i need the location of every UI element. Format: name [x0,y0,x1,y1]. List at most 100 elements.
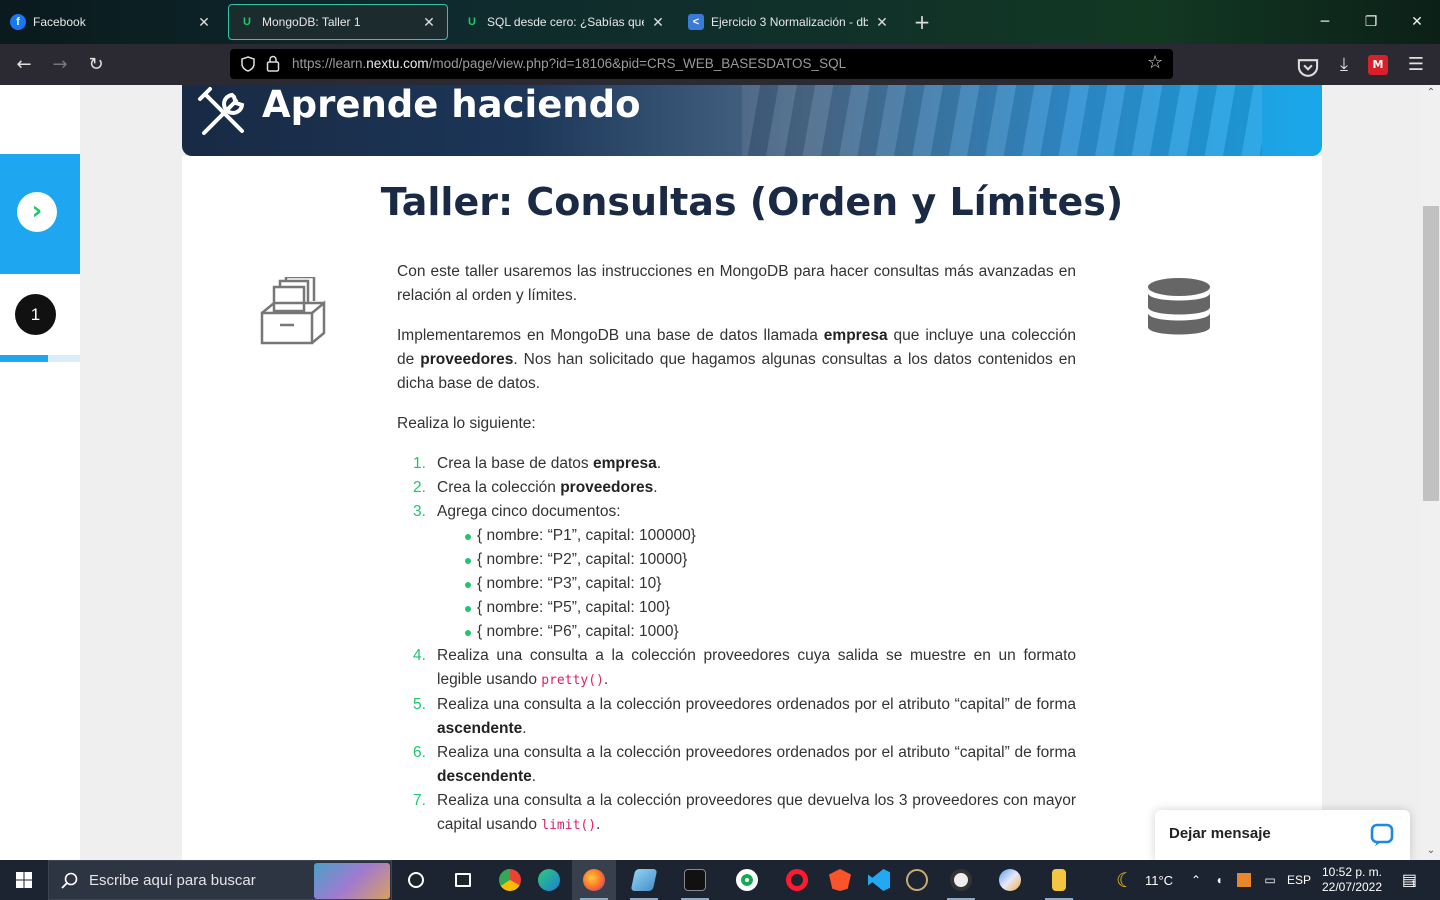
browser-tab-strip: f Facebook ✕ U MongoDB: Taller 1 ✕ U SQL… [0,0,1440,44]
new-tab-button[interactable]: + [910,10,934,34]
search-icon [61,872,78,889]
downloads-icon[interactable]: ⤓ [1331,52,1357,78]
nextu-icon: U [243,16,251,28]
clock-date: 22/07/2022 [1321,880,1383,894]
scroll-up-arrow[interactable]: ⌃ [1422,87,1440,98]
description-paragraph: Implementaremos en MongoDB una base de d… [397,327,1076,392]
tab-mongodb-taller[interactable]: U MongoDB: Taller 1 ✕ [228,4,448,40]
chat-label[interactable]: Dejar mensaje [1169,825,1271,842]
page-title: Taller: Consultas (Orden y Límites) [380,180,1124,224]
tab-facebook[interactable]: f Facebook ✕ [0,4,222,40]
step-indicator[interactable]: 1 [15,294,56,335]
nextu-icon: U [468,16,476,28]
lock-icon[interactable] [266,55,280,72]
task-item: 7. Realiza una consulta a la colección pr… [413,792,1076,833]
scroll-down-arrow[interactable]: ⌄ [1422,845,1440,856]
archive-box-icon [260,277,326,345]
tab-title: Facebook [33,15,86,29]
tab-title: MongoDB: Taller 1 [262,15,361,29]
document-item: { nombre: “P5”, capital: 100} [437,596,1076,620]
tray-chevron-icon[interactable]: ⌃ [1186,860,1206,900]
document-item: { nombre: “P6”, capital: 1000} [437,620,1076,644]
obs-icon[interactable] [939,860,983,900]
close-icon[interactable]: ✕ [196,14,212,31]
url-text[interactable]: https://learn.nextu.com/mod/page/view.ph… [292,56,846,71]
side-panel-toggle[interactable]: › [0,154,80,274]
search-highlight-icon[interactable] [314,863,390,899]
forward-button[interactable]: → [47,52,73,78]
notification-count: 1 [1411,879,1417,889]
opera-icon[interactable] [775,860,819,900]
close-icon[interactable]: ✕ [421,14,437,31]
share-icon: < [688,14,704,30]
task-item: 4. Realiza una consulta a la colección pr… [413,647,1076,688]
chrome-icon[interactable] [488,860,532,900]
firefox-icon[interactable] [572,860,616,900]
tab-ejercicio-normalizacion[interactable]: < Ejercicio 3 Normalización - dbdi ✕ [678,4,900,40]
task-item: 1. Crea la base de datos empresa. [413,455,662,472]
lesson-content: Taller: Consultas (Orden y Límites) Con … [182,156,1322,860]
language-indicator[interactable]: ESP [1285,860,1313,900]
article-body: Con este taller usaremos las instruccion… [397,260,1076,838]
paint-icon[interactable] [988,860,1032,900]
minimize-button[interactable]: ─ [1313,10,1337,34]
windows-start-icon[interactable] [0,860,48,900]
scroll-thumb[interactable] [1423,206,1439,501]
intro-paragraph: Con este taller usaremos las instruccion… [397,263,1076,304]
keyboard-background [742,85,1262,156]
close-window-button[interactable]: ✕ [1405,10,1429,34]
task-item: 5. Realiza una consulta a la colección pr… [413,696,1076,737]
cortana-icon[interactable] [394,860,438,900]
restore-button[interactable]: ❐ [1359,10,1383,34]
url-bar[interactable]: https://learn.nextu.com/mod/page/view.ph… [230,49,1173,79]
page-viewport: › 1 Aprende haciendo Taller: Consultas (… [0,85,1440,860]
task-item: 2. Crea la colección proveedores. [413,479,658,496]
menu-icon[interactable]: ☰ [1403,52,1429,78]
file-explorer-icon[interactable] [1037,860,1081,900]
brave-icon[interactable] [818,860,862,900]
course-progress-fill [0,355,48,362]
close-icon[interactable]: ✕ [650,14,666,31]
windows-taskbar: Escribe aquí para buscar ☾ 11°C ⌃ ◖ ▭ ES… [0,860,1440,900]
notifications-icon[interactable]: ▤ 1 [1394,860,1424,900]
chat-bubble-icon[interactable] [1370,823,1394,847]
close-icon[interactable]: ✕ [874,14,890,31]
task-view-icon[interactable] [441,860,485,900]
weather-moon-icon[interactable]: ☾ [1110,860,1140,900]
document-item: { nombre: “P3”, capital: 10} [437,572,1076,596]
taskbar-search[interactable]: Escribe aquí para buscar [48,860,392,900]
page-scrollbar[interactable]: ⌃ ⌄ [1422,85,1440,860]
tray-app-icon[interactable] [1234,860,1254,900]
extension-icon[interactable]: M [1368,55,1388,75]
notepad-icon[interactable] [622,860,666,900]
task-item: 6. Realiza una consulta a la colección pr… [413,744,1076,785]
pocket-icon[interactable] [1295,55,1321,81]
course-progress-bar [0,355,80,362]
network-icon[interactable]: ▭ [1258,860,1282,900]
document-list: { nombre: “P1”, capital: 100000} { nombr… [437,524,1076,644]
edge-icon[interactable] [527,860,571,900]
document-item: { nombre: “P2”, capital: 10000} [437,548,1076,572]
shield-icon[interactable] [240,56,256,72]
terminal-icon[interactable] [673,860,717,900]
search-placeholder: Escribe aquí para buscar [89,872,256,889]
mongodb-compass-icon[interactable] [725,860,769,900]
banner: Aprende haciendo [182,85,1322,156]
reload-button[interactable]: ↻ [83,52,109,78]
back-button[interactable]: ← [11,52,37,78]
banner-title: Aprende haciendo [262,85,641,126]
bookmark-star-icon[interactable]: ☆ [1147,52,1163,73]
league-icon[interactable] [895,860,939,900]
clock-time: 10:52 p. m. [1321,865,1383,879]
chevron-right-icon[interactable]: › [17,192,57,232]
database-icon [1148,278,1210,335]
chat-widget[interactable]: Dejar mensaje [1155,810,1410,860]
tab-sql-desde-cero[interactable]: U SQL desde cero: ¿Sabías qué? ✕ [454,4,676,40]
volume-icon[interactable]: ◖ [1208,860,1230,900]
browser-navbar: ← → ↻ https://learn.nextu.com/mod/page/v… [0,44,1440,85]
weather-temp[interactable]: 11°C [1140,860,1178,900]
tab-title: Ejercicio 3 Normalización - dbdi [711,15,868,29]
lead-paragraph: Realiza lo siguiente: [397,415,536,432]
tab-title: SQL desde cero: ¿Sabías qué? [487,15,644,29]
clock[interactable]: 10:52 p. m. 22/07/2022 [1318,860,1386,900]
